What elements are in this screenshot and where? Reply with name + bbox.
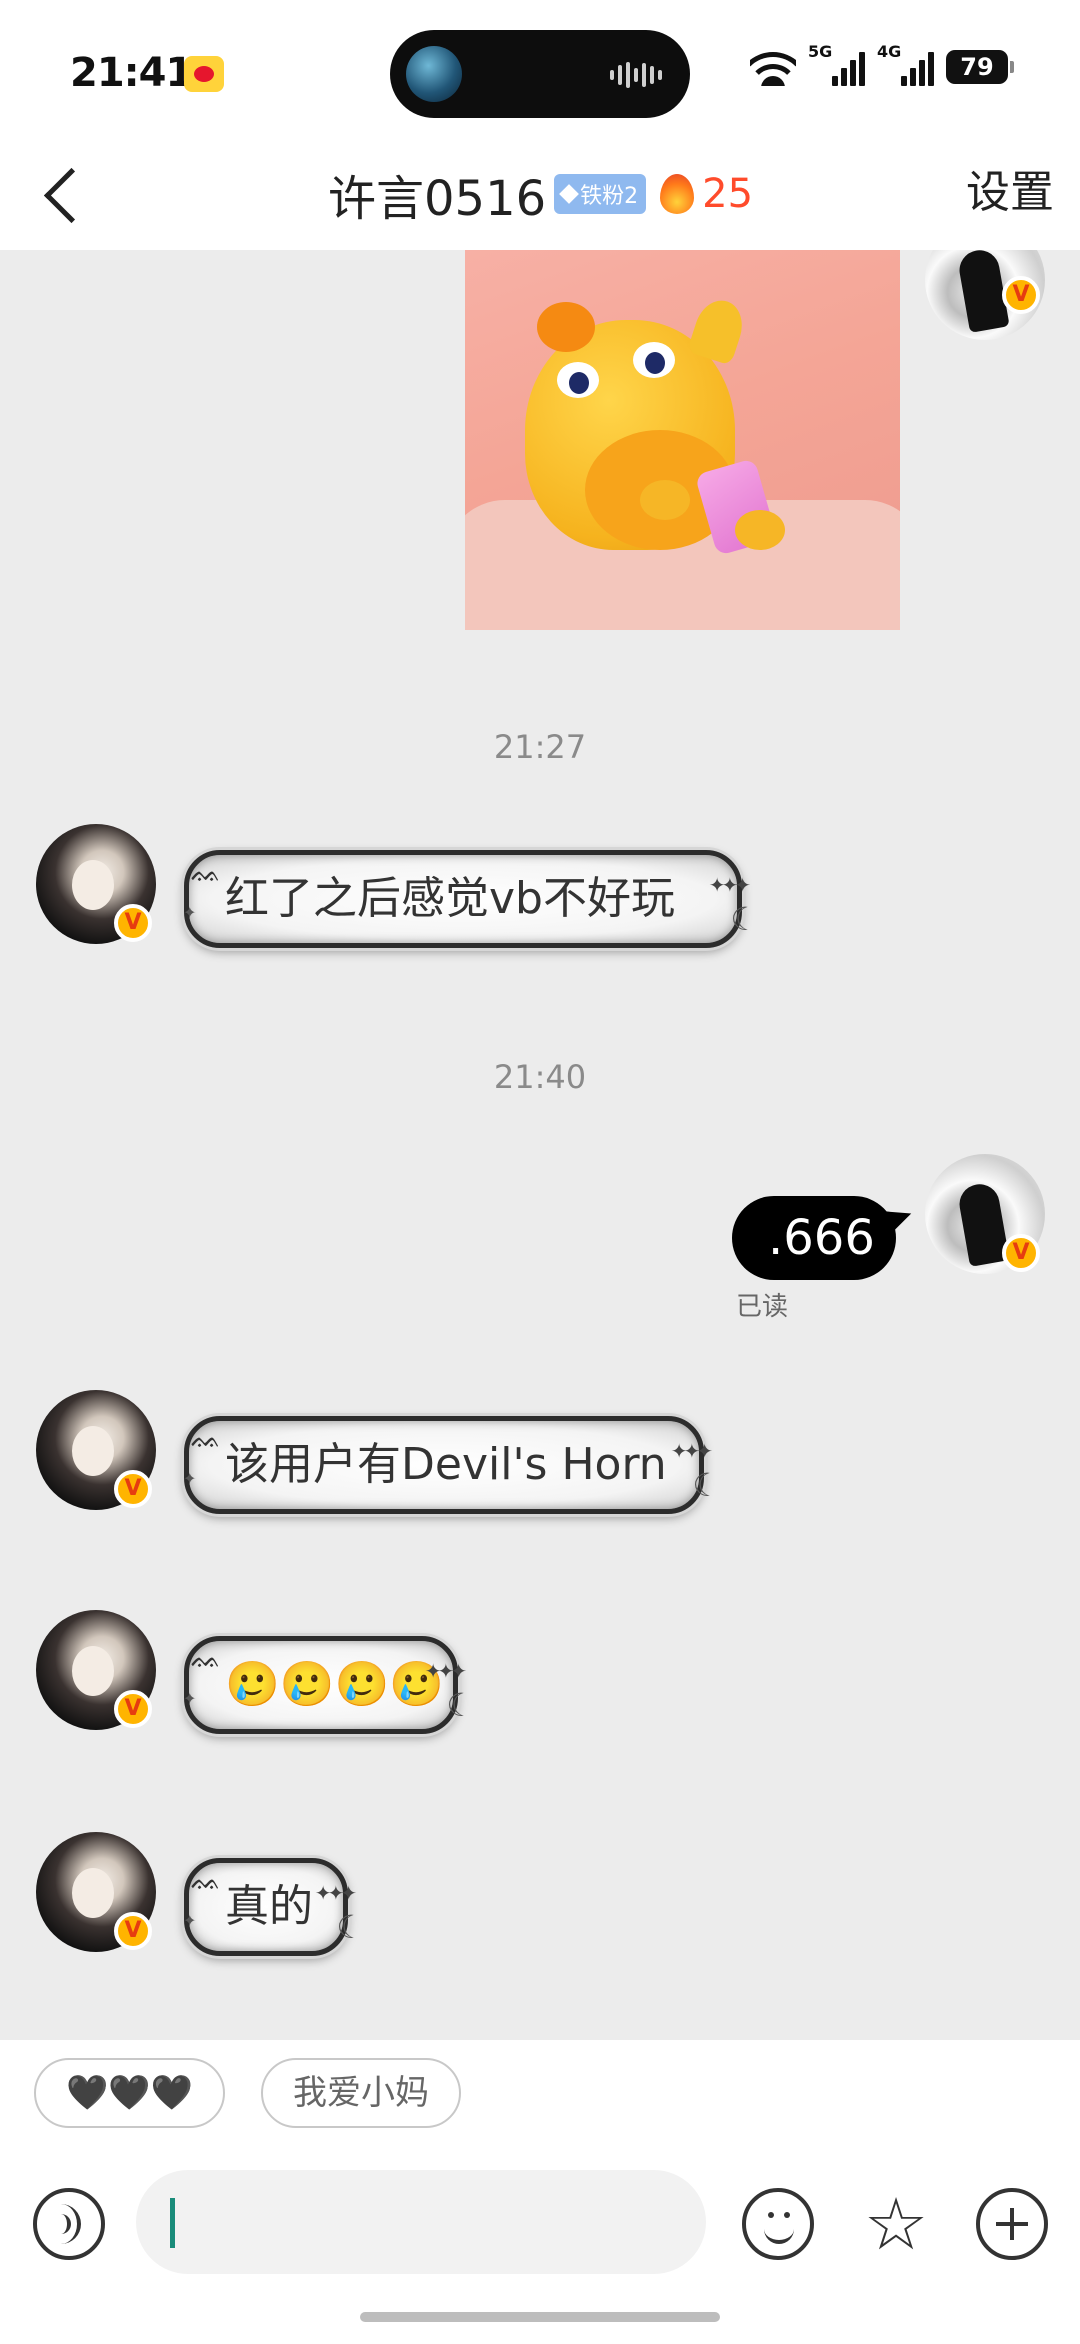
- emoji-icon[interactable]: [742, 2188, 814, 2260]
- moon-decoration-icon: ☾: [730, 900, 759, 938]
- fan-level-label: 铁粉2: [580, 184, 639, 209]
- message-bubble-incoming[interactable]: ᨐ ✦✦✦ 真的 ☾ ✦: [183, 1858, 365, 1956]
- verified-badge-icon: V: [114, 1470, 152, 1508]
- message-text: 🥲🥲🥲🥲: [225, 1659, 445, 1710]
- timestamp: 21:27: [493, 728, 587, 766]
- sticker-image[interactable]: [465, 250, 900, 630]
- message-bubble-incoming[interactable]: ᨐ ✦✦✦ 🥲🥲🥲🥲 ☾ ✦: [183, 1636, 475, 1734]
- chat-header: 许言0516 铁粉2 25 设置: [0, 140, 1080, 250]
- battery-icon: 79: [946, 50, 1014, 84]
- weibo-notification-icon: [184, 56, 224, 92]
- sticker-star-icon[interactable]: ☆: [856, 2184, 936, 2264]
- moon-decoration-icon: ☾: [336, 1908, 365, 1946]
- message-bubble-incoming[interactable]: ᨐ ✦✦✦ 该用户有Devil's Horn ☾ ✦: [183, 1416, 721, 1514]
- star-decoration-icon: ✦: [183, 1469, 197, 1488]
- quick-reply-chip[interactable]: 🖤🖤🖤: [34, 2058, 226, 2128]
- signal-4g-icon: 4G: [877, 42, 934, 86]
- message-list[interactable]: V 21:27 V ᨐ ✦✦✦ 红了之后感觉vb不好玩 ☾ ✦ 21:40 .6…: [0, 250, 1080, 2040]
- message-text: 该用户有Devil's Horn: [225, 1439, 667, 1490]
- status-icons: 5G 4G 79: [750, 42, 1014, 86]
- read-status: 已读: [736, 1292, 789, 1322]
- verified-badge-icon: V: [114, 1912, 152, 1950]
- star-decoration-icon: ✦: [183, 1911, 197, 1930]
- message-text: 红了之后感觉vb不好玩: [225, 873, 675, 924]
- verified-badge-icon: V: [1002, 1234, 1040, 1272]
- orange-hat: [537, 302, 595, 352]
- moon-decoration-icon: ☾: [692, 1466, 721, 1504]
- message-text: .666: [768, 1210, 875, 1266]
- audio-wave-icon: [610, 62, 662, 88]
- fan-level-badge: 铁粉2: [554, 174, 647, 214]
- verified-badge-icon: V: [1002, 276, 1040, 314]
- message-bubble-incoming[interactable]: ᨐ ✦✦✦ 红了之后感觉vb不好玩 ☾ ✦: [183, 850, 759, 948]
- diamond-icon: [559, 184, 580, 204]
- chat-title-group[interactable]: 许言0516 铁粉2 25: [328, 154, 753, 234]
- signal-5g-icon: 5G: [808, 42, 865, 86]
- status-bar: 21:41 5G 4G 79: [0, 0, 1080, 140]
- fire-streak-count: 25: [702, 171, 754, 217]
- bottom-panel: 🖤🖤🖤 我爱小妈 ☆: [0, 2040, 1080, 2344]
- message-composer: ☆: [0, 2170, 1080, 2280]
- network-4g-label: 4G: [877, 42, 902, 61]
- dynamic-island: [390, 30, 690, 118]
- message-input[interactable]: [136, 2170, 706, 2274]
- plus-icon[interactable]: [976, 2188, 1048, 2260]
- home-indicator[interactable]: [360, 2312, 720, 2322]
- wifi-icon: [750, 48, 796, 86]
- voice-input-icon[interactable]: [33, 2188, 105, 2260]
- verified-badge-icon: V: [114, 1690, 152, 1728]
- quick-reply-chip[interactable]: 我爱小妈: [261, 2058, 462, 2128]
- back-arrow-icon[interactable]: [40, 170, 84, 220]
- contact-name: 许言0516: [328, 171, 547, 227]
- message-bubble-outgoing[interactable]: .666: [732, 1196, 896, 1280]
- moon-decoration-icon: ☾: [446, 1686, 475, 1724]
- star-decoration-icon: ✦: [183, 1689, 197, 1708]
- network-5g-label: 5G: [808, 42, 833, 61]
- timestamp: 21:40: [493, 1058, 587, 1096]
- verified-badge-icon: V: [114, 904, 152, 942]
- music-artwork-icon: [406, 46, 462, 102]
- status-time: 21:41: [70, 50, 193, 96]
- message-text: 真的: [225, 1881, 313, 1932]
- settings-button[interactable]: 设置: [966, 158, 1054, 228]
- text-cursor: [170, 2198, 175, 2248]
- quick-reply-bar: 🖤🖤🖤 我爱小妈: [34, 2058, 462, 2128]
- fire-icon: [660, 174, 695, 214]
- star-decoration-icon: ✦: [183, 903, 197, 922]
